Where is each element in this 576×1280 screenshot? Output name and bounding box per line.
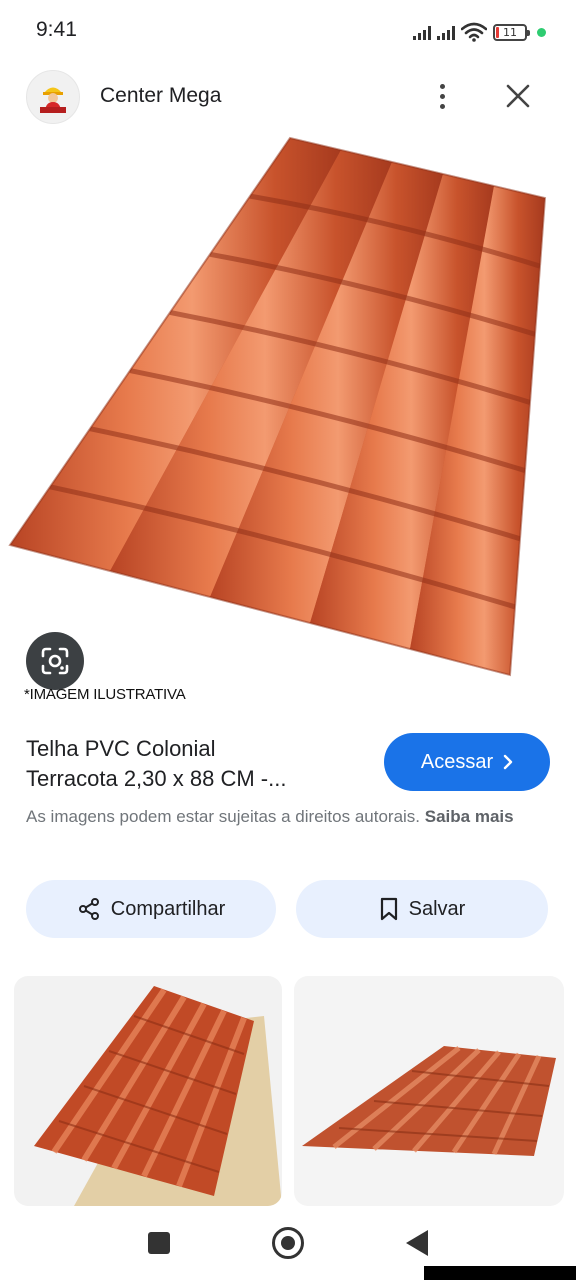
- recent-apps-icon[interactable]: [148, 1232, 170, 1254]
- visit-label: Acessar: [420, 750, 494, 773]
- site-name[interactable]: Center Mega: [100, 84, 221, 108]
- status-bar: 9:41 11: [0, 0, 576, 64]
- save-label: Salvar: [408, 897, 466, 920]
- save-button[interactable]: Salvar: [296, 880, 548, 938]
- home-icon[interactable]: [272, 1227, 304, 1259]
- share-button[interactable]: Compartilhar: [26, 880, 276, 938]
- battery-icon: 11: [493, 23, 530, 41]
- roof-tile-image: [8, 136, 547, 677]
- related-image: [34, 986, 282, 1206]
- status-time: 9:41: [36, 18, 77, 41]
- result-title[interactable]: Telha PVC Colonial Terracota 2,30 x 88 C…: [26, 734, 366, 794]
- result-title-line-1: Telha PVC Colonial: [26, 736, 216, 761]
- google-lens-button[interactable]: [26, 632, 84, 690]
- signal-icon: [413, 24, 431, 40]
- learn-more-link[interactable]: Saiba mais: [425, 807, 514, 826]
- image-caption: *IMAGEM ILUSTRATIVA: [24, 686, 186, 703]
- site-logo-icon[interactable]: [26, 70, 80, 124]
- more-vertical-icon: [439, 83, 445, 89]
- more-options-button[interactable]: [426, 76, 458, 116]
- close-button[interactable]: [498, 76, 538, 116]
- close-icon: [506, 84, 530, 108]
- status-icons: 11: [413, 20, 546, 44]
- result-title-line-2: Terracota 2,30 x 88 CM -...: [26, 766, 287, 791]
- share-icon: [78, 898, 99, 920]
- back-icon[interactable]: [406, 1230, 428, 1256]
- header: Center Mega: [0, 64, 576, 130]
- copyright-text: As imagens podem estar sujeitas a direit…: [26, 807, 421, 826]
- battery-level: 11: [503, 25, 517, 39]
- related-result-card[interactable]: [14, 976, 282, 1206]
- bookmark-icon: [380, 897, 397, 921]
- wifi-icon: [461, 22, 487, 42]
- visit-button[interactable]: Acessar: [384, 733, 550, 791]
- site-logo-graphic: [40, 87, 66, 113]
- signal-icon: [437, 24, 455, 40]
- chevron-right-icon: [503, 754, 513, 770]
- share-label: Compartilhar: [110, 897, 226, 920]
- google-lens-icon: [41, 647, 69, 675]
- product-image[interactable]: [0, 130, 576, 712]
- notification-dot: [537, 27, 546, 37]
- related-image: [302, 1046, 556, 1156]
- copyright-notice: As imagens podem estar sujeitas a direit…: [26, 804, 546, 830]
- related-result-card[interactable]: [294, 976, 564, 1206]
- gesture-strip: [424, 1266, 576, 1280]
